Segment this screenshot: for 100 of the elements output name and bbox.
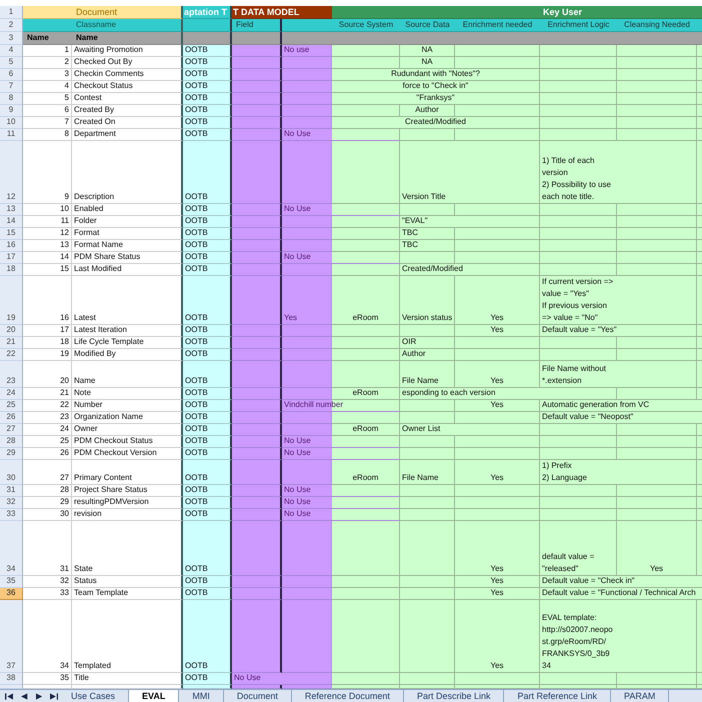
spreadsheet-cell[interactable] — [540, 69, 617, 81]
spreadsheet-cell[interactable] — [400, 485, 455, 497]
row-header[interactable]: 15 — [0, 228, 23, 240]
spreadsheet-cell[interactable] — [455, 228, 540, 240]
spreadsheet-cell[interactable]: Version Title — [400, 141, 540, 204]
spreadsheet-cell[interactable] — [282, 228, 332, 240]
spreadsheet-cell[interactable] — [697, 69, 702, 81]
spreadsheet-cell[interactable]: No Use — [282, 448, 400, 460]
spreadsheet-cell[interactable] — [282, 240, 332, 252]
spreadsheet-cell[interactable] — [232, 216, 282, 228]
spreadsheet-cell[interactable]: OOTB — [183, 129, 232, 141]
spreadsheet-cell[interactable]: 12 — [23, 228, 72, 240]
spreadsheet-cell[interactable] — [697, 325, 702, 337]
spreadsheet-cell[interactable]: 23 — [23, 412, 72, 424]
spreadsheet-cell[interactable] — [400, 252, 455, 264]
spreadsheet-cell[interactable] — [400, 400, 455, 412]
spreadsheet-cell[interactable]: NA — [400, 45, 455, 57]
spreadsheet-cell[interactable]: No use — [282, 45, 332, 57]
spreadsheet-cell[interactable] — [697, 264, 702, 276]
spreadsheet-cell[interactable]: PDM Checkout Version — [72, 448, 183, 460]
spreadsheet-cell[interactable]: 1 — [23, 45, 72, 57]
spreadsheet-cell[interactable]: Yes — [455, 576, 540, 588]
row-header[interactable]: 37 — [0, 600, 23, 673]
spreadsheet-cell[interactable] — [540, 240, 617, 252]
row-header[interactable]: 31 — [0, 485, 23, 497]
spreadsheet-cell[interactable]: eRoom — [332, 388, 400, 400]
header-cell[interactable]: Name — [72, 32, 183, 45]
spreadsheet-cell[interactable] — [332, 264, 400, 276]
spreadsheet-cell[interactable]: OOTB — [183, 204, 232, 216]
spreadsheet-cell[interactable] — [400, 600, 455, 673]
row-header[interactable]: 18 — [0, 264, 23, 276]
spreadsheet-cell[interactable] — [232, 588, 282, 600]
spreadsheet-cell[interactable] — [540, 216, 617, 228]
spreadsheet-cell[interactable] — [697, 685, 702, 689]
spreadsheet-cell[interactable]: OOTB — [183, 216, 232, 228]
spreadsheet-cell[interactable] — [617, 204, 697, 216]
spreadsheet-cell[interactable]: 21 — [23, 388, 72, 400]
row-header[interactable]: 9 — [0, 105, 23, 117]
spreadsheet-cell[interactable]: OOTB — [183, 485, 232, 497]
spreadsheet-cell[interactable] — [540, 685, 617, 689]
spreadsheet-cell[interactable] — [232, 252, 282, 264]
spreadsheet-cell[interactable] — [282, 117, 332, 129]
spreadsheet-cell[interactable]: Team Template — [72, 588, 183, 600]
spreadsheet-cell[interactable]: No Use — [282, 509, 400, 521]
header-cell[interactable] — [282, 19, 332, 32]
spreadsheet-cell[interactable]: File Name — [400, 361, 455, 388]
spreadsheet-cell[interactable]: 9 — [23, 141, 72, 204]
spreadsheet-cell[interactable] — [282, 576, 332, 588]
spreadsheet-cell[interactable]: Yes — [455, 276, 540, 325]
spreadsheet-cell[interactable] — [282, 685, 332, 689]
spreadsheet-cell[interactable] — [617, 673, 697, 685]
spreadsheet-cell[interactable] — [697, 204, 702, 216]
spreadsheet-cell[interactable] — [540, 673, 617, 685]
spreadsheet-cell[interactable] — [617, 129, 697, 141]
spreadsheet-cell[interactable] — [697, 448, 702, 460]
spreadsheet-cell[interactable]: 11 — [23, 216, 72, 228]
spreadsheet-cell[interactable] — [540, 228, 617, 240]
spreadsheet-cell[interactable] — [697, 93, 702, 105]
left-arrow-icon[interactable] — [21, 692, 28, 700]
spreadsheet-cell[interactable] — [232, 497, 282, 509]
spreadsheet-cell[interactable]: 28 — [23, 485, 72, 497]
spreadsheet-cell[interactable] — [232, 448, 282, 460]
spreadsheet-cell[interactable]: OOTB — [183, 349, 232, 361]
spreadsheet-cell[interactable] — [282, 600, 332, 673]
spreadsheet-cell[interactable]: Number — [72, 400, 183, 412]
spreadsheet-cell[interactable]: OOTB — [183, 105, 232, 117]
spreadsheet-cell[interactable]: 34 — [23, 600, 72, 673]
header-cell[interactable] — [332, 32, 702, 45]
spreadsheet-cell[interactable]: 35 — [23, 673, 72, 685]
spreadsheet-cell[interactable] — [540, 57, 617, 69]
spreadsheet-cell[interactable] — [400, 412, 455, 424]
row-header[interactable]: 22 — [0, 349, 23, 361]
spreadsheet-cell[interactable]: 19 — [23, 349, 72, 361]
spreadsheet-cell[interactable]: 24 — [23, 424, 72, 436]
header-cell[interactable] — [697, 19, 702, 32]
spreadsheet-cell[interactable] — [617, 388, 697, 400]
spreadsheet-cell[interactable] — [232, 276, 282, 325]
spreadsheet-cell[interactable] — [455, 436, 540, 448]
row-header[interactable]: 34 — [0, 521, 23, 576]
row-header[interactable]: 5 — [0, 57, 23, 69]
spreadsheet-cell[interactable]: 1) Title of each version 2) Possibility to use each note title. — [540, 141, 697, 204]
row-header[interactable]: 2 — [0, 19, 23, 32]
spreadsheet-cell[interactable]: "EVAL" — [400, 216, 540, 228]
row-header[interactable]: 3 — [0, 32, 23, 45]
spreadsheet-cell[interactable] — [332, 325, 400, 337]
spreadsheet-cell[interactable]: Yes — [455, 521, 540, 576]
spreadsheet-cell[interactable] — [455, 412, 540, 424]
row-header[interactable]: 21 — [0, 337, 23, 349]
header-cell[interactable]: Source System — [332, 19, 400, 32]
spreadsheet-cell[interactable] — [697, 240, 702, 252]
spreadsheet-cell[interactable]: State — [72, 521, 183, 576]
spreadsheet-cell[interactable]: Default value = "Neopost" — [540, 412, 702, 424]
spreadsheet-cell[interactable] — [617, 105, 697, 117]
spreadsheet-cell[interactable] — [540, 264, 617, 276]
spreadsheet-cell[interactable] — [282, 424, 332, 436]
spreadsheet-cell[interactable]: OOTB — [183, 412, 232, 424]
spreadsheet-cell[interactable]: Default value = "Functional / Technical Arch — [540, 588, 702, 600]
spreadsheet-cell[interactable] — [697, 361, 702, 388]
spreadsheet-cell[interactable] — [697, 141, 702, 204]
spreadsheet-cell[interactable] — [232, 460, 282, 485]
